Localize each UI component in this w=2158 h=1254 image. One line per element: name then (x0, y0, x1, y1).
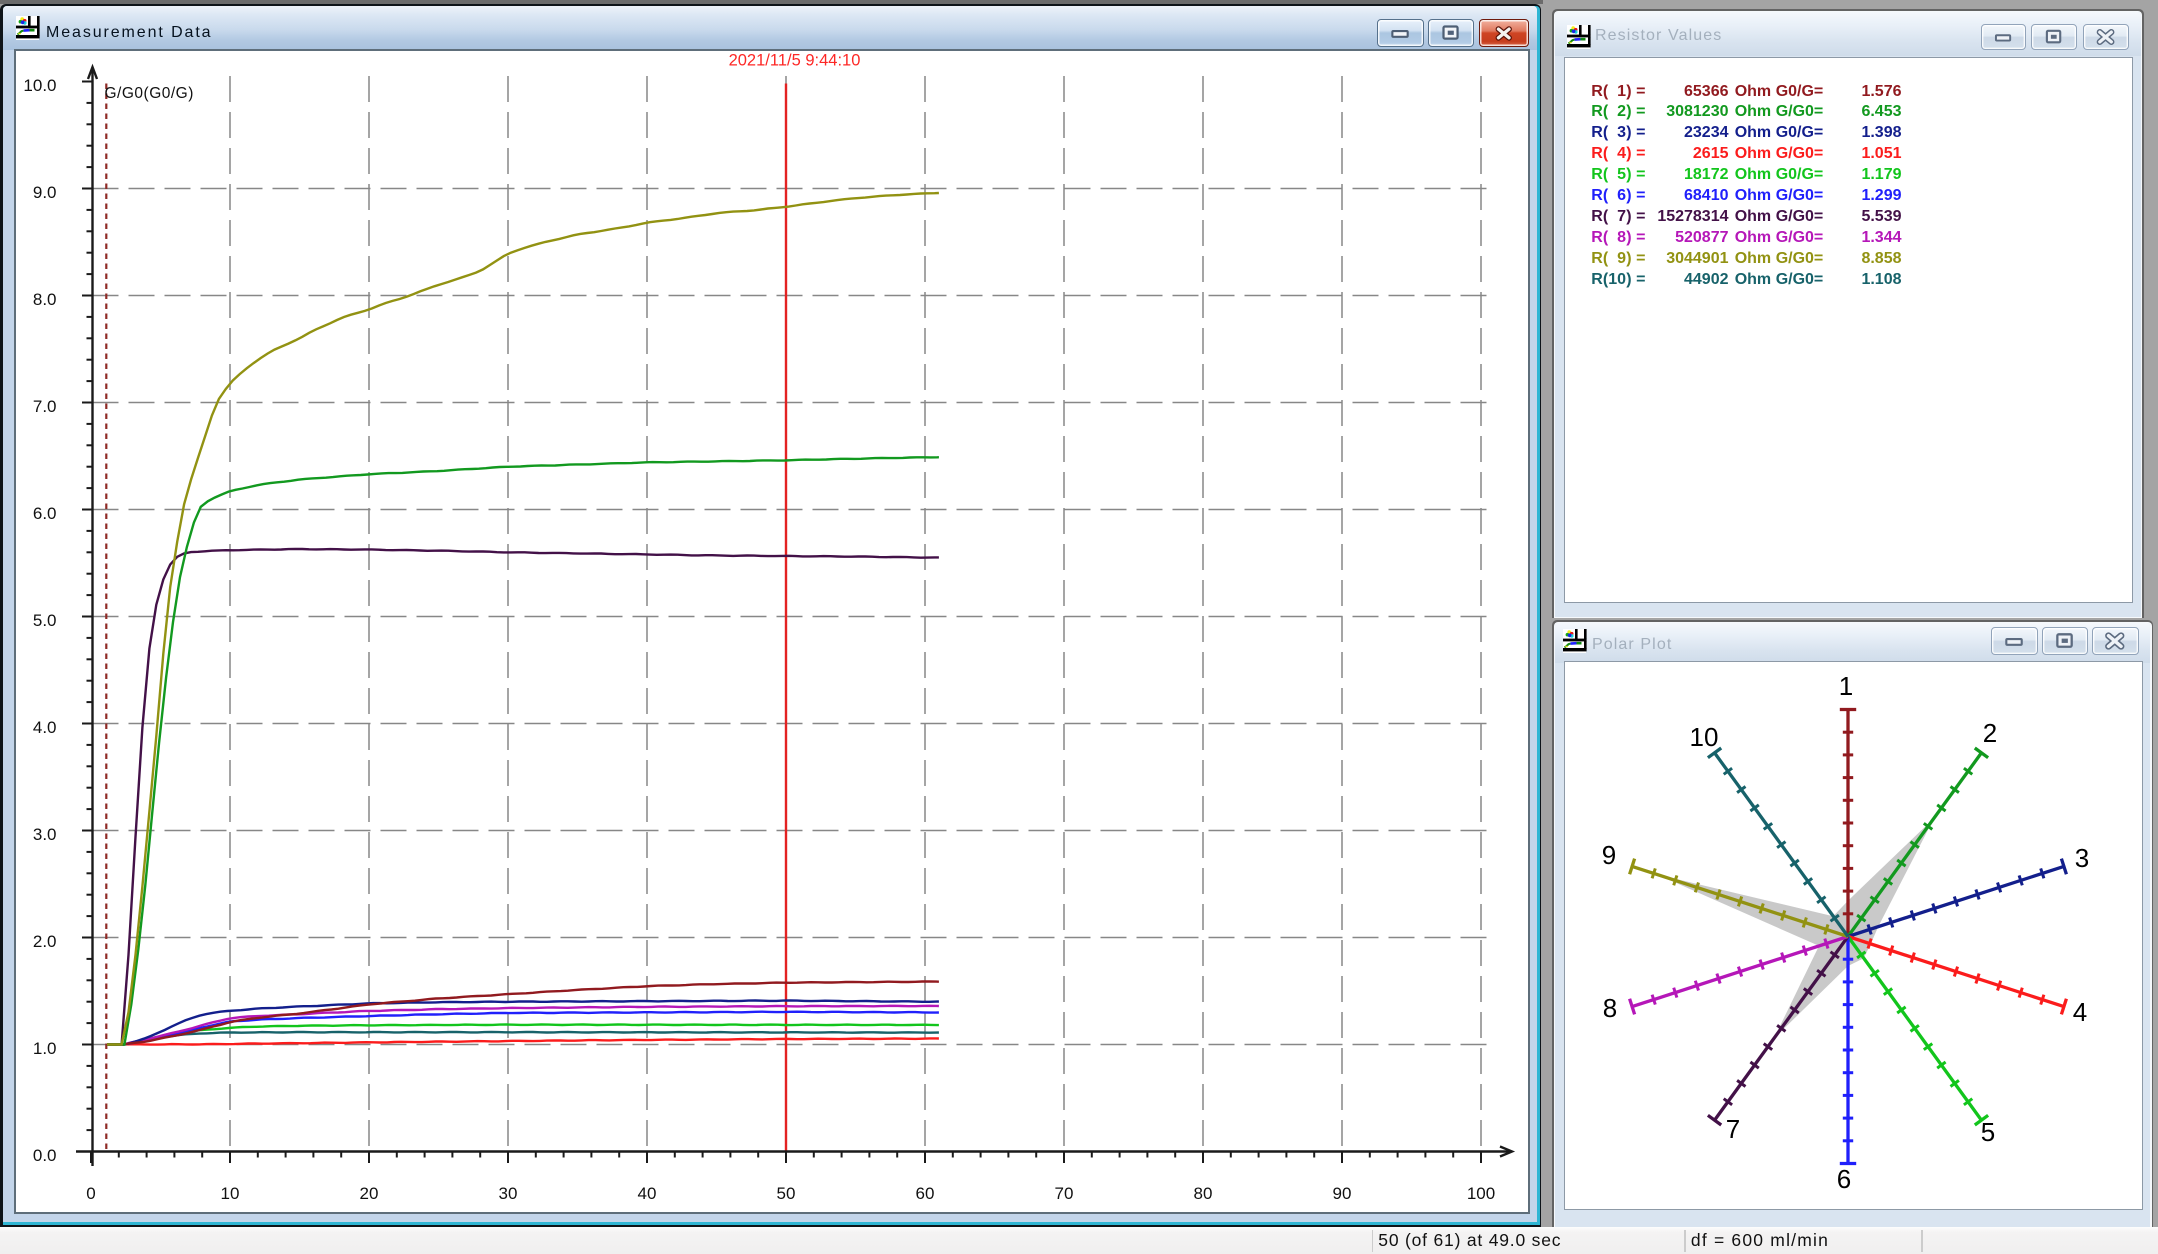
svg-text:5.0: 5.0 (32, 611, 56, 630)
svg-text:8.0: 8.0 (32, 290, 56, 309)
svg-text:0: 0 (86, 1184, 95, 1203)
svg-text:90: 90 (1332, 1184, 1351, 1203)
svg-text:10: 10 (1689, 722, 1718, 752)
svg-text:4.0: 4.0 (32, 718, 56, 737)
svg-text:6: 6 (1836, 1164, 1850, 1194)
svg-text:3: 3 (2074, 843, 2088, 873)
svg-text:0.0: 0.0 (32, 1146, 56, 1165)
svg-text:1.0: 1.0 (32, 1039, 56, 1058)
svg-text:2: 2 (1982, 718, 1996, 748)
svg-text:10: 10 (220, 1184, 239, 1203)
svg-text:80: 80 (1193, 1184, 1212, 1203)
svg-text:5: 5 (1980, 1117, 1994, 1147)
svg-text:60: 60 (915, 1184, 934, 1203)
svg-text:50: 50 (776, 1184, 795, 1203)
svg-text:6.0: 6.0 (32, 504, 56, 523)
svg-text:9.0: 9.0 (32, 183, 56, 202)
svg-text:7: 7 (1725, 1114, 1739, 1144)
svg-text:G/G0(G0/G): G/G0(G0/G) (104, 85, 193, 102)
svg-text:9: 9 (1601, 840, 1615, 870)
svg-text:20: 20 (359, 1184, 378, 1203)
svg-text:4: 4 (2072, 997, 2086, 1027)
svg-text:2.0: 2.0 (32, 932, 56, 951)
svg-text:8: 8 (1602, 993, 1616, 1023)
svg-text:2021/11/5 9:44:10: 2021/11/5 9:44:10 (728, 51, 860, 69)
svg-text:30: 30 (498, 1184, 517, 1203)
svg-text:7.0: 7.0 (32, 397, 56, 416)
svg-text:3.0: 3.0 (32, 825, 56, 844)
svg-text:10.0: 10.0 (23, 76, 56, 95)
svg-text:1: 1 (1838, 671, 1852, 701)
svg-text:100: 100 (1466, 1184, 1494, 1203)
svg-text:70: 70 (1054, 1184, 1073, 1203)
svg-text:40: 40 (637, 1184, 656, 1203)
